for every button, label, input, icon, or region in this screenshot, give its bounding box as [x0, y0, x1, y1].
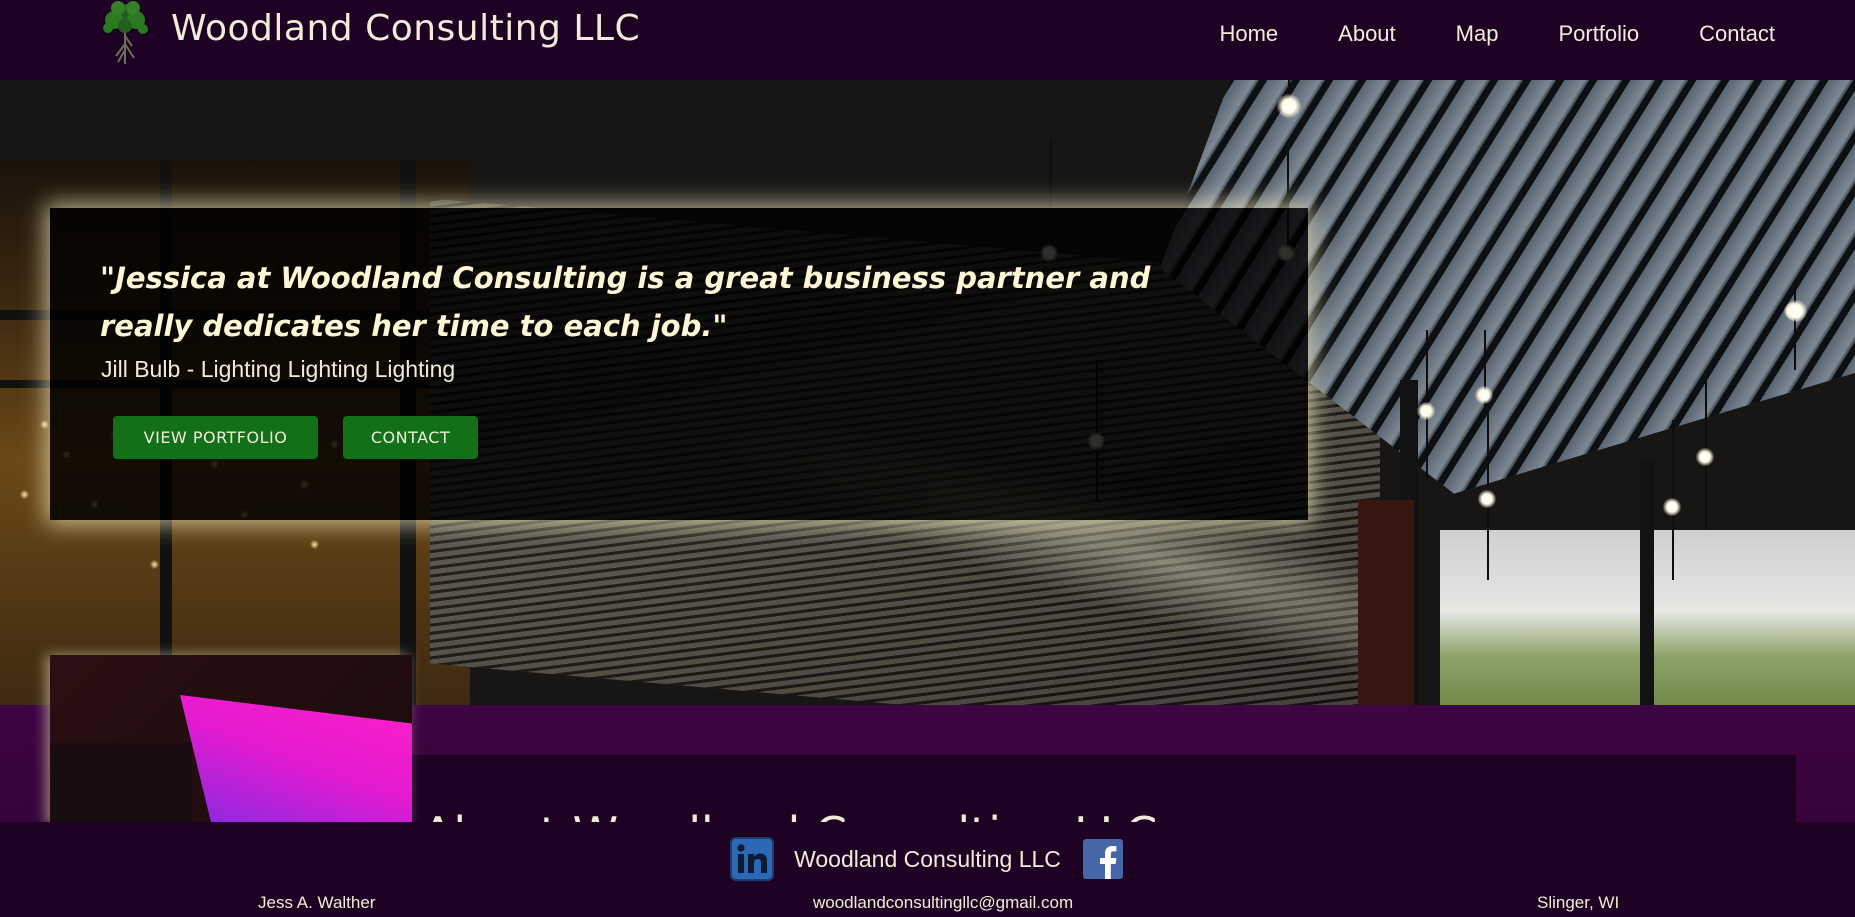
footer-location: Slinger, WI: [1537, 893, 1620, 912]
testimonial-panel: "Jessica at Woodland Consulting is a gre…: [50, 208, 1308, 520]
testimonial-quote: "Jessica at Woodland Consulting is a gre…: [100, 261, 1151, 343]
hero-section: "Jessica at Woodland Consulting is a gre…: [0, 80, 1855, 705]
nav-contact[interactable]: Contact: [1699, 18, 1775, 50]
facebook-icon[interactable]: [1081, 837, 1125, 881]
footer-email-link[interactable]: woodlandconsultingllc@gmail.com: [813, 893, 1073, 913]
linkedin-icon[interactable]: [730, 837, 775, 881]
tree-icon[interactable]: [96, 0, 154, 66]
footer-company-name: Woodland Consulting LLC: [794, 845, 1061, 872]
contact-button[interactable]: CONTACT: [343, 416, 478, 459]
testimonial-author: Jill Bulb - Lighting Lighting Lighting: [101, 356, 456, 382]
site-brand[interactable]: Woodland Consulting LLC: [171, 8, 640, 49]
site-footer: Woodland Consulting LLC Jess A. Walther …: [0, 822, 1855, 917]
main-nav: Home About Map Portfolio Contact: [1219, 18, 1775, 50]
footer-owner: Jess A. Walther: [258, 893, 376, 912]
nav-about[interactable]: About: [1338, 18, 1396, 50]
nav-portfolio[interactable]: Portfolio: [1558, 18, 1639, 50]
view-portfolio-button[interactable]: VIEW PORTFOLIO: [113, 416, 318, 459]
about-photo: [50, 655, 412, 825]
nav-map[interactable]: Map: [1456, 18, 1499, 50]
site-header: Woodland Consulting LLC Home About Map P…: [0, 0, 1855, 80]
footer-social-row: Woodland Consulting LLC: [0, 837, 1855, 881]
nav-home[interactable]: Home: [1219, 18, 1278, 50]
